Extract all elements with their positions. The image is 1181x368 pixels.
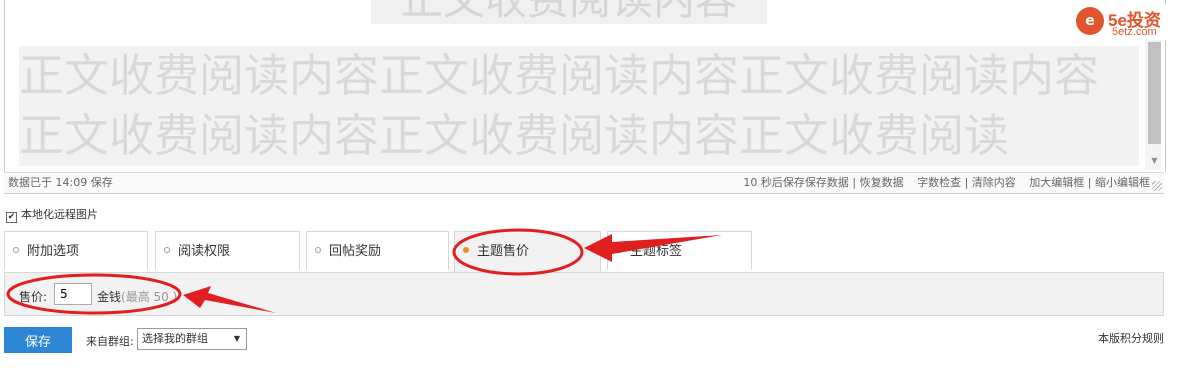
checkbox-checked-icon[interactable]: ✔: [6, 212, 17, 223]
unit-name: 金钱: [97, 290, 122, 304]
price-input[interactable]: [54, 283, 92, 305]
resize-grip-icon[interactable]: [1152, 181, 1162, 191]
tab-label: 阅读权限: [178, 244, 231, 259]
tab-read-permission[interactable]: 阅读权限: [155, 231, 300, 270]
shrink-editor-link[interactable]: 缩小编辑框: [1095, 176, 1150, 189]
logo-emblem-icon: e: [1076, 7, 1104, 35]
tab-reply-reward[interactable]: 回帖奖励: [306, 231, 449, 270]
bullet-icon: [616, 247, 622, 253]
price-unit: 金钱(最高 50 ): [97, 288, 177, 305]
bullet-icon: [315, 247, 321, 253]
price-label: 售价:: [19, 290, 48, 304]
enlarge-editor-link[interactable]: 加大编辑框: [1029, 176, 1084, 189]
editor-ghost-text: 正文收费阅读内容: [371, 0, 767, 24]
credit-rules-link[interactable]: 本版积分规则: [1098, 330, 1164, 346]
save-button[interactable]: 保存: [4, 327, 72, 353]
save-status: 数据已于 14:09 保存: [8, 176, 113, 189]
restore-data-link[interactable]: 恢复数据: [860, 176, 904, 189]
price-panel: 售价: 金钱(最高 50 ): [4, 272, 1164, 316]
bullet-icon: [164, 247, 170, 253]
group-select-value: 选择我的群组: [142, 332, 208, 345]
localize-images-label: 本地化远程图片: [21, 208, 98, 221]
editor-content[interactable]: 正文收费阅读内容正文收费阅读内容正文收费阅读内容正文收费阅读内容正文收费阅读内容…: [19, 46, 1139, 166]
bullet-icon: [13, 247, 19, 253]
scroll-down-arrow-icon[interactable]: ▼: [1148, 154, 1161, 168]
autosave-countdown: 10 秒后保存: [743, 176, 805, 189]
save-data-link[interactable]: 保存数据: [805, 176, 849, 189]
localize-images-option[interactable]: ✔ 本地化远程图片: [6, 206, 98, 223]
word-check-link[interactable]: 字数检查: [917, 176, 961, 189]
logo-site: 5etz.com: [1112, 26, 1157, 38]
price-max-hint: (最高 50 ): [121, 290, 178, 304]
editor-scrollbar[interactable]: ▼: [1145, 40, 1161, 170]
site-logo: e 5e投资 5etz.com: [1074, 4, 1178, 40]
tab-label: 主题标签: [630, 244, 683, 259]
tab-thread-price[interactable]: 主题售价: [454, 231, 601, 273]
editor-frame[interactable]: 正文收费阅读内容 正文收费阅读内容正文收费阅读内容正文收费阅读内容正文收费阅读内…: [4, 0, 1166, 172]
bullet-icon: [463, 247, 469, 253]
tab-extra-options[interactable]: 附加选项: [4, 231, 148, 270]
clear-content-link[interactable]: 清除内容: [972, 176, 1016, 189]
tab-label: 回帖奖励: [329, 244, 382, 259]
tab-label: 附加选项: [27, 244, 80, 259]
scrollbar-thumb[interactable]: [1148, 42, 1161, 144]
editor-actions: 10 秒后保存保存数据 | 恢复数据 字数检查 | 清除内容 加大编辑框 | 缩…: [743, 176, 1150, 189]
dropdown-arrow-icon: ▼: [233, 334, 240, 343]
post-option-tabs: 附加选项 阅读权限 回帖奖励 主题售价 主题标签: [4, 231, 764, 273]
group-label: 来自群组:: [86, 335, 134, 348]
editor-statusbar: 数据已于 14:09 保存 10 秒后保存保存数据 | 恢复数据 字数检查 | …: [4, 172, 1164, 194]
tab-label: 主题售价: [477, 244, 530, 259]
tab-thread-tags[interactable]: 主题标签: [607, 231, 752, 270]
group-select[interactable]: 选择我的群组 ▼: [137, 328, 247, 350]
